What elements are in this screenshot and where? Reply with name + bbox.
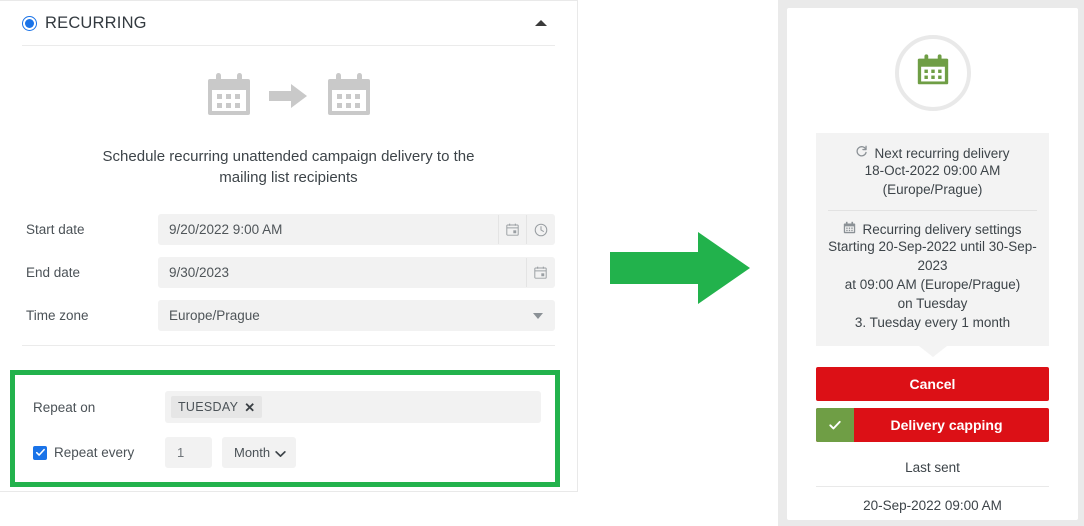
start-date-adornments — [498, 215, 554, 244]
settings-line-2: at 09:00 AM (Europe/Prague) — [844, 277, 1021, 292]
repeat-every-checkbox[interactable] — [33, 445, 47, 460]
day-chip-tuesday[interactable]: TUESDAY ✕ — [171, 396, 263, 418]
refresh-icon — [855, 145, 868, 161]
timezone-label: Time zone — [26, 308, 89, 323]
repeat-every-label: Repeat every — [54, 445, 135, 460]
recurring-form: Start date 9/20/2022 9:00 AM End date 9/… — [0, 214, 577, 331]
last-sent-value: 20-Sep-2022 09:00 AM — [863, 498, 1002, 513]
delivery-capping-button[interactable]: Delivery capping — [816, 408, 1049, 442]
next-delivery-title: Next recurring delivery — [874, 145, 1010, 161]
tooltip-pointer — [918, 346, 947, 357]
calendar-icon — [914, 52, 952, 95]
recurring-illustration — [0, 72, 577, 120]
dropdown-caret-icon[interactable] — [533, 312, 543, 319]
repeat-every-row: Repeat every 1 Month — [33, 437, 541, 468]
end-date-adornments — [526, 258, 554, 287]
chevron-down-icon[interactable] — [275, 445, 286, 460]
repeat-on-row: Repeat on TUESDAY ✕ — [33, 391, 541, 423]
day-chip-label: TUESDAY — [178, 400, 239, 414]
calendar-icon[interactable] — [498, 215, 526, 244]
clock-icon[interactable] — [526, 215, 554, 244]
arrow-right-icon — [268, 82, 309, 110]
timezone-row: Time zone Europe/Prague — [26, 300, 555, 331]
settings-line-3: on Tuesday — [897, 296, 968, 311]
repeat-unit-value: Month — [234, 445, 271, 460]
start-date-row: Start date 9/20/2022 9:00 AM — [26, 214, 555, 245]
start-date-label: Start date — [26, 222, 85, 237]
next-delivery-datetime: 18-Oct-2022 09:00 AM — [864, 163, 1001, 178]
end-date-value: 9/30/2023 — [169, 265, 230, 280]
timezone-value: Europe/Prague — [169, 308, 260, 323]
timezone-select[interactable]: Europe/Prague — [158, 300, 555, 331]
calendar-badge — [894, 35, 971, 111]
repeat-settings-highlight: Repeat on TUESDAY ✕ Repeat every 1 Month — [10, 370, 560, 487]
cancel-button[interactable]: Cancel — [816, 367, 1049, 401]
start-date-field[interactable]: 9/20/2022 9:00 AM — [158, 214, 555, 245]
settings-title: Recurring delivery settings — [862, 221, 1022, 237]
last-sent-divider — [816, 486, 1049, 487]
repeat-unit-select[interactable]: Month — [222, 437, 296, 468]
repeat-every-label-group: Repeat every — [33, 445, 165, 460]
calendar-icon — [843, 221, 856, 237]
screenshot-root: RECURRING Schedule recurring unattended … — [0, 0, 1084, 526]
calendar-icon[interactable] — [526, 258, 554, 287]
repeat-interval-input[interactable]: 1 — [165, 437, 212, 468]
delivery-info-box: Next recurring delivery 18-Oct-2022 09:0… — [816, 133, 1049, 357]
settings-line-1: Starting 20-Sep-2022 until 30-Sep-2023 — [828, 239, 1037, 273]
settings-title-row: Recurring delivery settings — [826, 221, 1039, 237]
info-divider — [828, 210, 1037, 211]
repeat-on-label: Repeat on — [33, 399, 96, 415]
repeat-on-field[interactable]: TUESDAY ✕ — [165, 391, 541, 423]
delivery-capping-label: Delivery capping — [890, 417, 1003, 433]
illustration-caption: Schedule recurring unattended campaign d… — [102, 148, 475, 186]
flow-arrow-right — [610, 230, 750, 311]
calendar-icon — [205, 72, 253, 120]
start-date-value: 9/20/2022 9:00 AM — [169, 222, 283, 237]
end-date-label: End date — [26, 265, 81, 280]
recurring-section-header[interactable]: RECURRING — [22, 1, 555, 46]
next-delivery-timezone: (Europe/Prague) — [882, 182, 983, 197]
form-divider — [22, 345, 555, 346]
settings-line-4: 3. Tuesday every 1 month — [854, 315, 1011, 330]
recurring-radio[interactable] — [22, 15, 37, 31]
last-sent-label: Last sent — [905, 460, 960, 475]
next-delivery-title-row: Next recurring delivery — [826, 145, 1039, 161]
caret-up-icon[interactable] — [535, 20, 547, 26]
page-title: RECURRING — [45, 13, 147, 32]
end-date-field[interactable]: 9/30/2023 — [158, 257, 555, 288]
delivery-summary-card: Next recurring delivery 18-Oct-2022 09:0… — [787, 8, 1078, 520]
end-date-row: End date 9/30/2023 — [26, 257, 555, 288]
calendar-icon — [325, 72, 373, 120]
recurring-radio-dot — [25, 18, 34, 28]
close-icon[interactable]: ✕ — [244, 401, 255, 414]
check-icon — [816, 408, 854, 442]
